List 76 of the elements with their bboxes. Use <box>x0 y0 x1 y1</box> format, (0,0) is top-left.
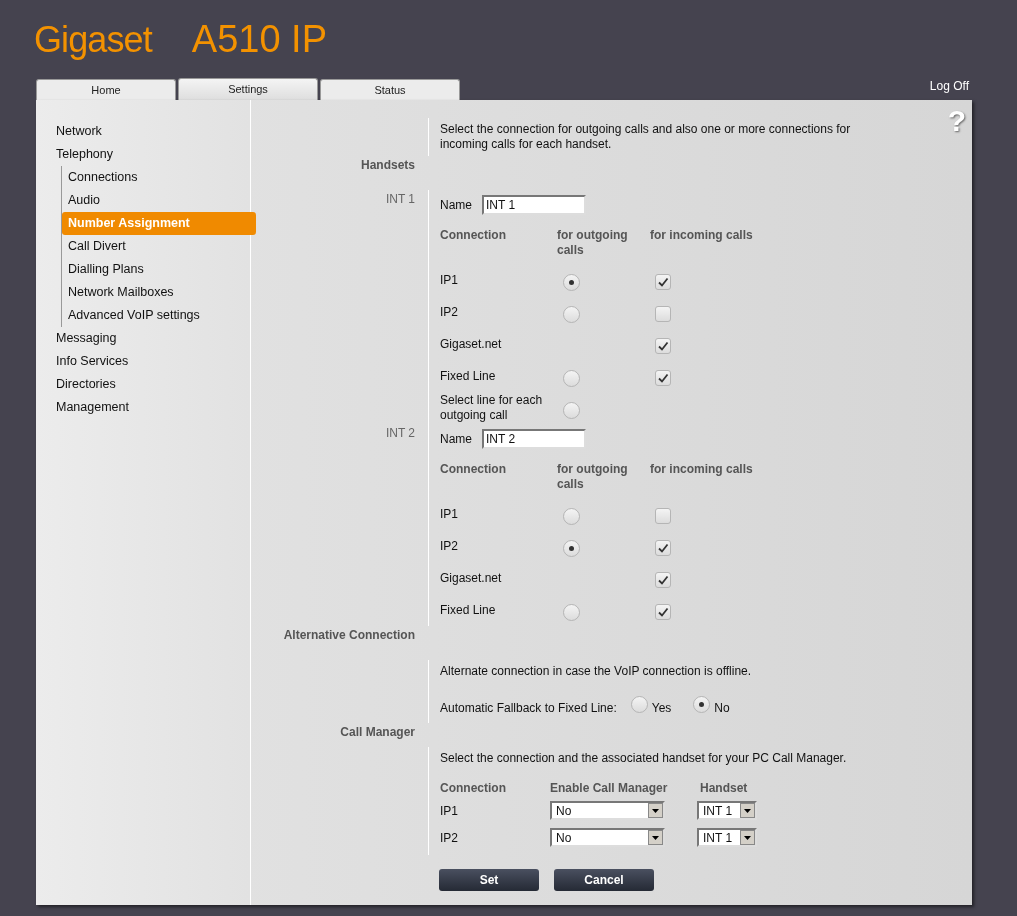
radio-button[interactable] <box>563 540 580 557</box>
name-field[interactable]: INT 1 <box>482 195 586 215</box>
connection-label: IP2 <box>440 829 459 847</box>
section-heading: Alternative Connection <box>283 628 415 642</box>
checkbox[interactable] <box>655 539 671 556</box>
checkbox[interactable] <box>655 603 671 620</box>
sidebar-item[interactable]: Management <box>56 396 250 419</box>
dropdown[interactable]: INT 1 <box>697 801 757 820</box>
tab[interactable]: Settings <box>178 78 318 100</box>
connection-label: Select line for each outgoing call <box>440 393 544 423</box>
row-label: INT 1 <box>385 192 415 206</box>
dropdown[interactable]: No <box>550 801 665 820</box>
sidebar-subitem[interactable]: Audio <box>62 189 250 212</box>
option-label: No <box>714 700 730 717</box>
connection-label: Gigaset.net <box>440 336 503 352</box>
connection-label: IP1 <box>440 802 459 820</box>
connection-label: Fixed Line <box>440 602 497 618</box>
form-button[interactable]: Cancel <box>554 869 654 891</box>
checkbox[interactable] <box>655 305 671 322</box>
section-heading: Handsets <box>360 158 415 172</box>
option-label: Yes <box>651 700 672 717</box>
sidebar-item[interactable]: Info Services <box>56 350 250 373</box>
radio-button[interactable] <box>563 370 580 387</box>
checkbox[interactable] <box>655 507 671 524</box>
alternative-text: Alternate connection in case the VoIP connection is offline. <box>440 663 753 680</box>
connection-label: IP1 <box>440 272 459 288</box>
sidebar-item[interactable]: Directories <box>56 373 250 396</box>
name-label: Name <box>440 197 473 214</box>
connection-label: Fixed Line <box>440 368 497 384</box>
column-header: Connection <box>440 228 507 244</box>
connection-label: Gigaset.net <box>440 570 503 586</box>
column-header: for outgoing calls <box>557 228 629 259</box>
column-header: Enable Call Manager <box>550 780 669 797</box>
sidebar-item[interactable]: Telephony <box>56 143 250 166</box>
checkbox[interactable] <box>655 369 671 386</box>
column-header: for incoming calls <box>650 462 754 478</box>
radio-button[interactable] <box>563 274 580 291</box>
log-off-link[interactable]: Log Off <box>929 77 969 95</box>
name-label: Name <box>440 431 473 448</box>
column-header: for outgoing calls <box>557 462 629 493</box>
radio-button[interactable] <box>563 402 580 419</box>
fallback-label: Automatic Fallback to Fixed Line: <box>440 700 617 717</box>
sidebar-subitem[interactable]: Network Mailboxes <box>62 281 250 304</box>
sidebar-subitem[interactable]: Advanced VoIP settings <box>62 304 250 327</box>
name-field[interactable]: INT 2 <box>482 429 586 449</box>
radio-button[interactable] <box>630 695 648 713</box>
sidebar-subitem[interactable]: Dialling Plans <box>62 258 250 281</box>
radio-button[interactable] <box>563 306 580 323</box>
column-header: for incoming calls <box>650 228 754 244</box>
section-heading: Call Manager <box>340 725 415 739</box>
checkbox[interactable] <box>655 273 671 290</box>
radio-button[interactable] <box>563 508 580 525</box>
checkbox[interactable] <box>655 571 671 588</box>
column-header: Connection <box>440 780 507 797</box>
radio-button[interactable] <box>693 695 711 713</box>
sidebar-item[interactable]: Messaging <box>56 327 250 350</box>
checkbox[interactable] <box>655 337 671 354</box>
dropdown[interactable]: INT 1 <box>697 828 757 847</box>
sidebar-subitem[interactable]: Call Divert <box>62 235 250 258</box>
sidebar-item[interactable]: Network <box>56 120 250 143</box>
logo: Gigaset <box>34 22 152 58</box>
tab[interactable]: Status <box>320 79 460 100</box>
connection-label: IP1 <box>440 506 459 522</box>
form-button[interactable]: Set <box>439 869 539 891</box>
call-manager-text: Select the connection and the associated handset for your PC Call Manager. <box>440 750 848 767</box>
connection-label: IP2 <box>440 538 459 554</box>
sidebar-subitem[interactable]: Connections <box>62 166 250 189</box>
column-header: Handset <box>700 780 748 797</box>
tab[interactable]: Home <box>36 79 176 100</box>
row-label: INT 2 <box>385 426 415 440</box>
column-header: Connection <box>440 462 507 478</box>
dropdown[interactable]: No <box>550 828 665 847</box>
intro-text: Select the connection for outgoing calls and also one or more connections for incoming calls for each handset. <box>440 121 852 153</box>
model-title: A510 IP <box>191 20 327 58</box>
connection-label: IP2 <box>440 304 459 320</box>
radio-button[interactable] <box>563 604 580 621</box>
